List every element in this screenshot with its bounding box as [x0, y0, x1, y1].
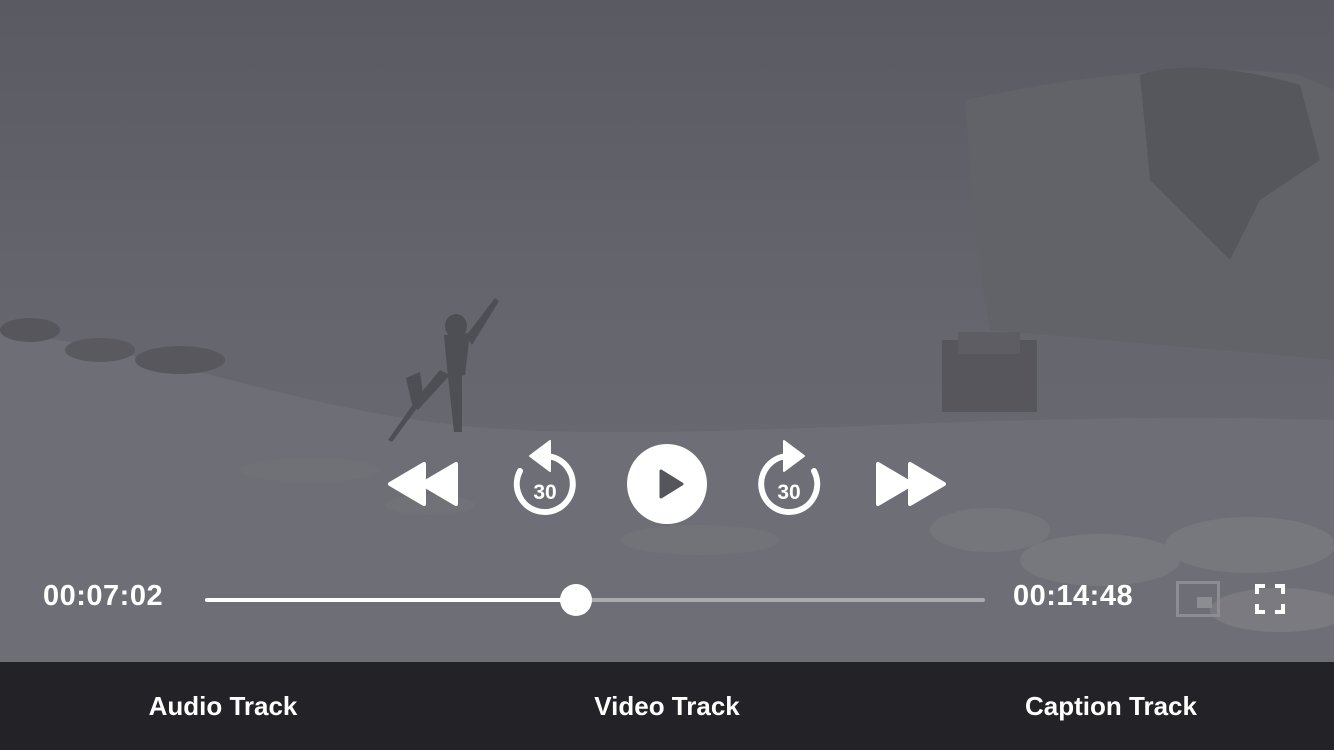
snow-scene-image [0, 67, 1334, 662]
tab-video-track[interactable]: Video Track [522, 662, 812, 750]
picture-in-picture-button[interactable] [1176, 581, 1220, 617]
fullscreen-icon [1255, 584, 1285, 614]
tab-audio-track[interactable]: Audio Track [78, 662, 368, 750]
video-frame[interactable]: 30 30 00:07:02 00:14:48 [0, 0, 1334, 662]
fullscreen-button[interactable] [1255, 584, 1285, 614]
skip-back-30-icon: 30 [513, 440, 576, 515]
player-screen: 30 30 00:07:02 00:14:48 Audio Track Vide… [0, 0, 1334, 750]
skip-back-seconds: 30 [533, 481, 556, 504]
progress-fill [205, 598, 576, 602]
play-icon [627, 444, 707, 524]
rewind-icon [388, 462, 458, 506]
fast-forward-button[interactable] [874, 461, 946, 507]
elapsed-time: 00:07:02 [43, 580, 164, 612]
skip-forward-30-button[interactable]: 30 [754, 438, 824, 522]
fast-forward-icon [876, 462, 946, 506]
play-button[interactable] [627, 444, 707, 524]
skip-back-30-button[interactable]: 30 [510, 438, 580, 522]
picture-in-picture-icon [1176, 581, 1220, 617]
skip-forward-seconds: 30 [777, 481, 800, 504]
progress-slider[interactable] [205, 584, 985, 616]
progress-thumb[interactable] [559, 584, 592, 616]
rewind-button[interactable] [388, 461, 460, 507]
track-selector-bar: Audio Track Video Track Caption Track [0, 662, 1334, 750]
total-duration: 00:14:48 [1013, 580, 1134, 612]
skip-forward-30-icon: 30 [758, 440, 821, 515]
tab-caption-track[interactable]: Caption Track [966, 662, 1256, 750]
